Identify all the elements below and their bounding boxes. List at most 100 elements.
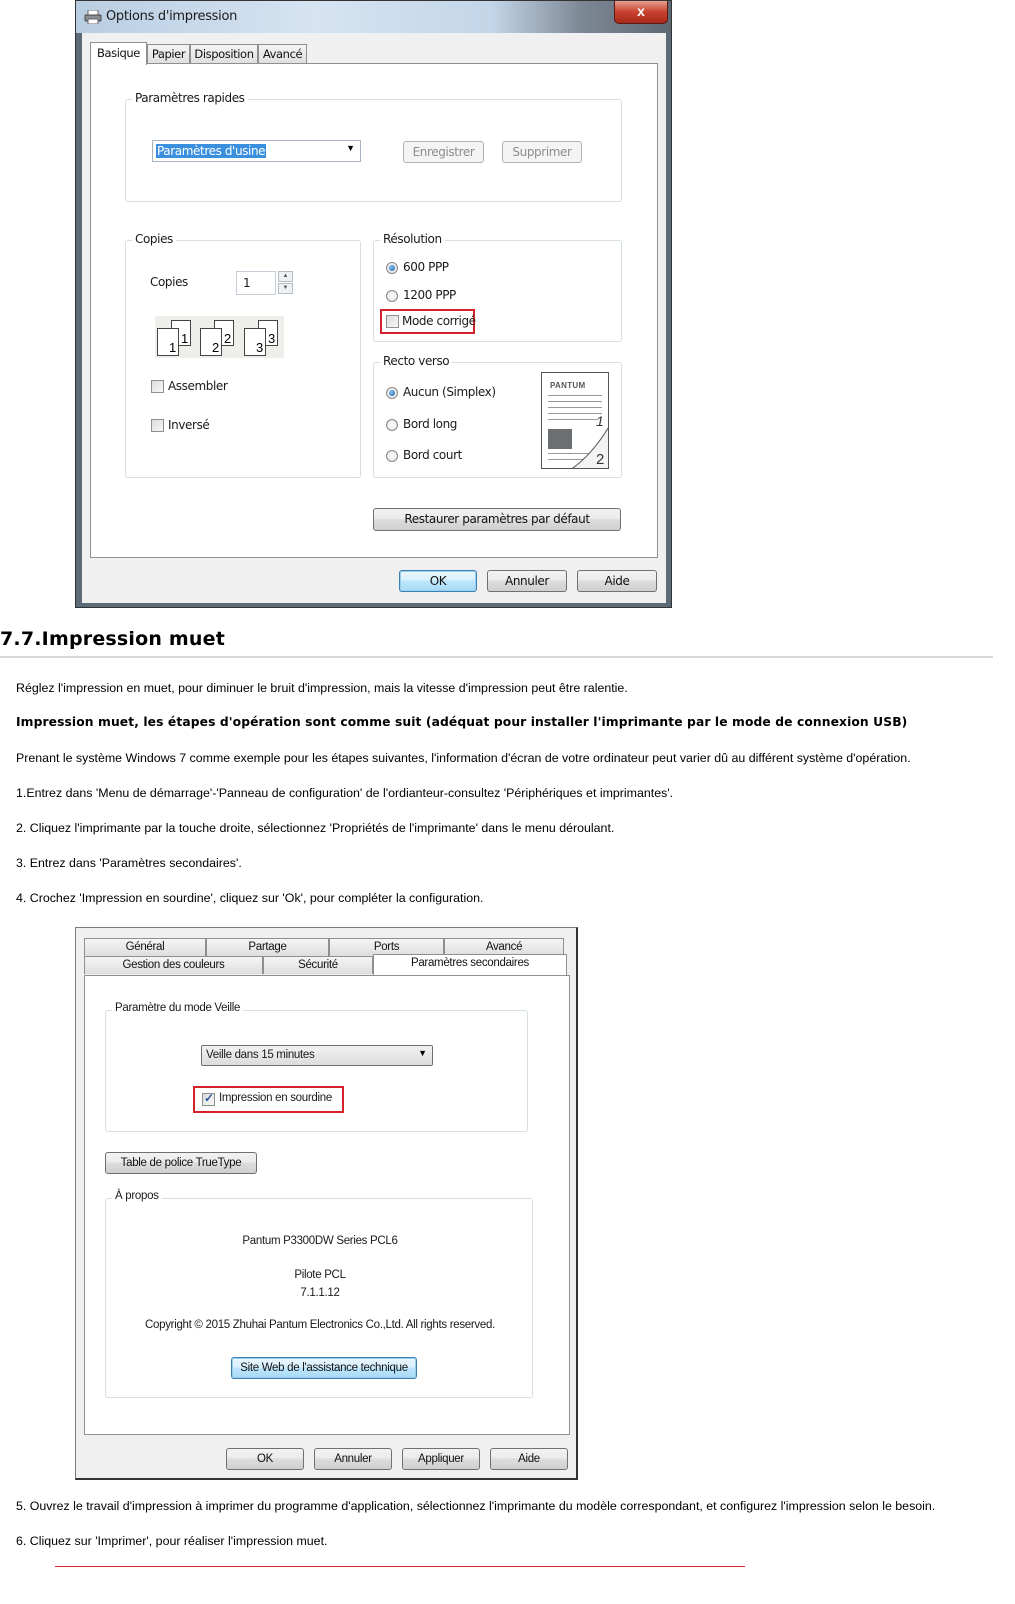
duplex-preview: PANTUM 1 2 <box>541 372 609 469</box>
close-button[interactable]: x <box>614 1 668 24</box>
quick-settings-select[interactable]: Paramètres d'usine ▼ <box>152 140 361 162</box>
product-name: Pantum P3300DW Series PCL6 <box>242 1235 398 1247</box>
section-divider <box>0 656 993 658</box>
chevron-down-icon: ▼ <box>282 285 289 291</box>
sleep-mode-label: Paramètre du mode Veille <box>112 1002 244 1014</box>
delete-button[interactable]: Supprimer <box>502 141 582 163</box>
collate-page-number: 3 <box>268 331 276 346</box>
pantum-logo: PANTUM <box>550 381 586 390</box>
duplex-long-radio[interactable] <box>386 419 398 431</box>
cancel-button[interactable]: Annuler <box>314 1448 392 1470</box>
silent-printing-checkbox[interactable] <box>202 1091 215 1106</box>
duplex-none-label: Aucun (Simplex) <box>403 385 496 399</box>
collate-page-number: 2 <box>212 340 220 355</box>
tab-avance[interactable]: Avancé <box>258 44 307 64</box>
sleep-mode-group: Paramètre du mode Veille Veille dans 15 … <box>105 1002 528 1132</box>
copyright-text: Copyright © 2015 Zhuhai Pantum Electroni… <box>145 1319 495 1331</box>
windows-note: Prenant le système Windows 7 comme exemp… <box>16 751 911 765</box>
dialog-body: Basique Papier Disposition Avancé Paramè… <box>82 33 666 603</box>
assemble-label: Assembler <box>168 379 228 393</box>
step-4: 4. Crochez 'Impression en sourdine', cli… <box>16 891 484 905</box>
about-label: À propos <box>112 1190 162 1202</box>
section-title: 7.7.Impression muet <box>0 628 226 650</box>
tab-papier[interactable]: Papier <box>147 44 190 64</box>
help-button[interactable]: Aide <box>490 1448 568 1470</box>
reverse-checkbox[interactable] <box>151 419 164 432</box>
chevron-up-icon: ▲ <box>282 273 289 279</box>
apply-button[interactable]: Appliquer <box>402 1448 480 1470</box>
print-options-dialog: Options d'impression x Basique Papier Di… <box>75 0 672 608</box>
quick-settings-label: Paramètres rapides <box>132 91 248 105</box>
corrected-mode-label: Mode corrigé <box>402 314 476 328</box>
silent-printing-label: Impression en sourdine <box>219 1092 332 1104</box>
copies-input[interactable]: 1 <box>236 271 276 295</box>
reverse-label: Inversé <box>168 418 210 432</box>
tab-partage[interactable]: Partage <box>206 938 329 956</box>
collate-preview: 1 1 2 2 3 3 <box>155 316 284 358</box>
intro-paragraph: Réglez l'impression en muet, pour diminu… <box>16 681 628 695</box>
cancel-button[interactable]: Annuler <box>487 570 567 592</box>
tab-panel-secondary: Paramètre du mode Veille Veille dans 15 … <box>84 975 570 1435</box>
driver-name: Pilote PCL <box>294 1269 346 1281</box>
step-3: 3. Entrez dans 'Paramètres secondaires'. <box>16 856 242 870</box>
copies-increment[interactable]: ▲ <box>278 271 293 282</box>
copies-decrement[interactable]: ▼ <box>278 283 293 294</box>
quick-settings-group: Paramètres rapides Paramètres d'usine ▼ … <box>125 91 622 202</box>
chevron-down-icon: ▼ <box>346 143 355 153</box>
quick-settings-value: Paramètres d'usine <box>156 144 267 158</box>
corrected-mode-checkbox[interactable] <box>386 315 399 328</box>
support-website-button[interactable]: Site Web de l'assistance technique <box>231 1357 417 1379</box>
tab-basique[interactable]: Basique <box>90 42 147 65</box>
step-5: 5. Ouvrez le travail d'impression à impr… <box>16 1499 936 1513</box>
save-button[interactable]: Enregistrer <box>403 141 484 163</box>
resolution-group-label: Résolution <box>380 232 445 246</box>
ok-button[interactable]: OK <box>399 570 477 592</box>
sleep-mode-select[interactable]: Veille dans 15 minutes ▼ <box>201 1045 433 1066</box>
collate-page-number: 1 <box>181 331 189 346</box>
duplex-group-label: Recto verso <box>380 354 453 368</box>
photo-icon <box>548 429 572 449</box>
tab-gestion-couleurs[interactable]: Gestion des couleurs <box>84 956 263 974</box>
tab-general[interactable]: Général <box>84 938 206 956</box>
sleep-mode-value: Veille dans 15 minutes <box>206 1049 315 1061</box>
preview-page-2: 2 <box>596 451 605 468</box>
tab-panel-basique: Paramètres rapides Paramètres d'usine ▼ … <box>90 63 658 558</box>
step-2: 2. Cliquez l'imprimante par la touche dr… <box>16 821 615 835</box>
copies-group: Copies Copies 1 ▲ ▼ 1 1 2 2 3 3 Assemble… <box>125 232 361 478</box>
title-bar: Options d'impression x <box>76 1 671 33</box>
tab-disposition[interactable]: Disposition <box>190 44 258 64</box>
duplex-short-radio[interactable] <box>386 450 398 462</box>
collate-set-2: 2 2 <box>200 320 238 356</box>
printer-properties-dialog: Général Partage Ports Avancé Gestion des… <box>75 927 578 1480</box>
ok-button[interactable]: OK <box>226 1448 304 1470</box>
assemble-checkbox[interactable] <box>151 380 164 393</box>
truetype-table-button[interactable]: Table de police TrueType <box>105 1152 257 1174</box>
resolution-600-radio[interactable] <box>386 262 398 274</box>
copies-value: 1 <box>243 276 251 290</box>
collate-page-number: 2 <box>224 331 232 346</box>
duplex-long-label: Bord long <box>403 417 458 431</box>
resolution-1200-label: 1200 PPP <box>403 288 456 302</box>
red-divider <box>55 1566 745 1567</box>
tab-securite[interactable]: Sécurité <box>263 956 373 974</box>
resolution-1200-radio[interactable] <box>386 290 398 302</box>
duplex-group: Recto verso Aucun (Simplex) Bord long Bo… <box>373 354 622 478</box>
restore-defaults-button[interactable]: Restaurer paramètres par défaut <box>373 508 621 531</box>
duplex-none-radio[interactable] <box>386 387 398 399</box>
steps-heading: Impression muet, les étapes d'opération … <box>16 715 908 729</box>
collate-set-1: 1 1 <box>157 320 195 356</box>
chevron-down-icon: ▼ <box>418 1048 427 1058</box>
printer-icon <box>84 10 102 24</box>
resolution-600-label: 600 PPP <box>403 260 449 274</box>
resolution-group: Résolution 600 PPP 1200 PPP Mode corrigé <box>373 232 622 342</box>
driver-version: 7.1.1.12 <box>300 1287 340 1299</box>
dialog-title: Options d'impression <box>106 9 238 24</box>
help-button[interactable]: Aide <box>577 570 657 592</box>
collate-page-number: 3 <box>256 340 264 355</box>
close-icon: x <box>637 3 645 19</box>
collate-set-3: 3 3 <box>244 320 282 356</box>
step-1: 1.Entrez dans 'Menu de démarrage'-'Panne… <box>16 786 674 800</box>
step-6: 6. Cliquez sur 'Imprimer', pour réaliser… <box>16 1534 328 1548</box>
collate-page-number: 1 <box>169 340 177 355</box>
tab-parametres-secondaires[interactable]: Paramètres secondaires <box>373 954 567 975</box>
